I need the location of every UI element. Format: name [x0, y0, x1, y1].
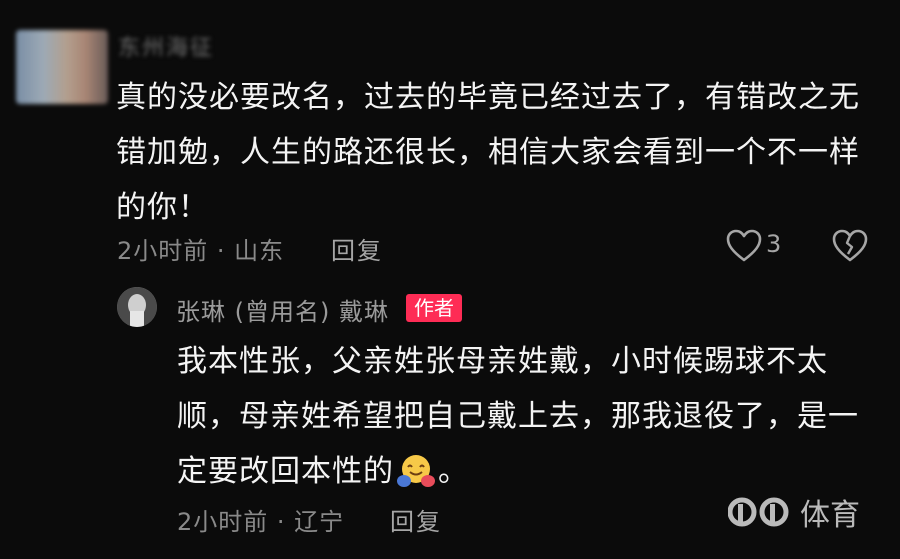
heart-outline-icon[interactable]	[726, 229, 762, 263]
avatar-blurred[interactable]	[16, 30, 108, 104]
reply-time-location: 2小时前 · 辽宁	[177, 508, 345, 536]
watermark-text: 体育	[800, 498, 860, 533]
pp-logo-icon	[727, 494, 794, 530]
reply-button[interactable]: 回复	[331, 231, 383, 266]
reply-text-main: 我本性张，父亲姓张母亲姓戴，小时候踢球不太顺，母亲姓希望把自己戴上去，那我退役了…	[177, 344, 859, 489]
comment-text: 真的没必要改名，过去的毕竟已经过去了，有错改之无错加勉，人生的路还很长，相信大家…	[116, 80, 860, 225]
reply-text: 我本性张，父亲姓张母亲姓戴，小时候踢球不太顺，母亲姓希望把自己戴上去，那我退役了…	[177, 334, 867, 499]
reply-button-2[interactable]: 回复	[390, 502, 442, 537]
comment-time-location: 2小时前 · 山东	[117, 237, 285, 265]
hugging-face-emoji-icon	[396, 452, 436, 488]
username-blurred[interactable]: 东州海征	[118, 30, 214, 62]
author-badge: 作者	[406, 294, 462, 322]
reply-text-end: 。	[438, 454, 469, 489]
broken-heart-icon[interactable]	[832, 229, 868, 263]
like-count: 3	[766, 230, 782, 258]
reply-username[interactable]: 张琳 (曾用名) 戴琳	[176, 292, 389, 327]
watermark: 体育	[727, 490, 860, 534]
avatar[interactable]	[117, 287, 157, 327]
